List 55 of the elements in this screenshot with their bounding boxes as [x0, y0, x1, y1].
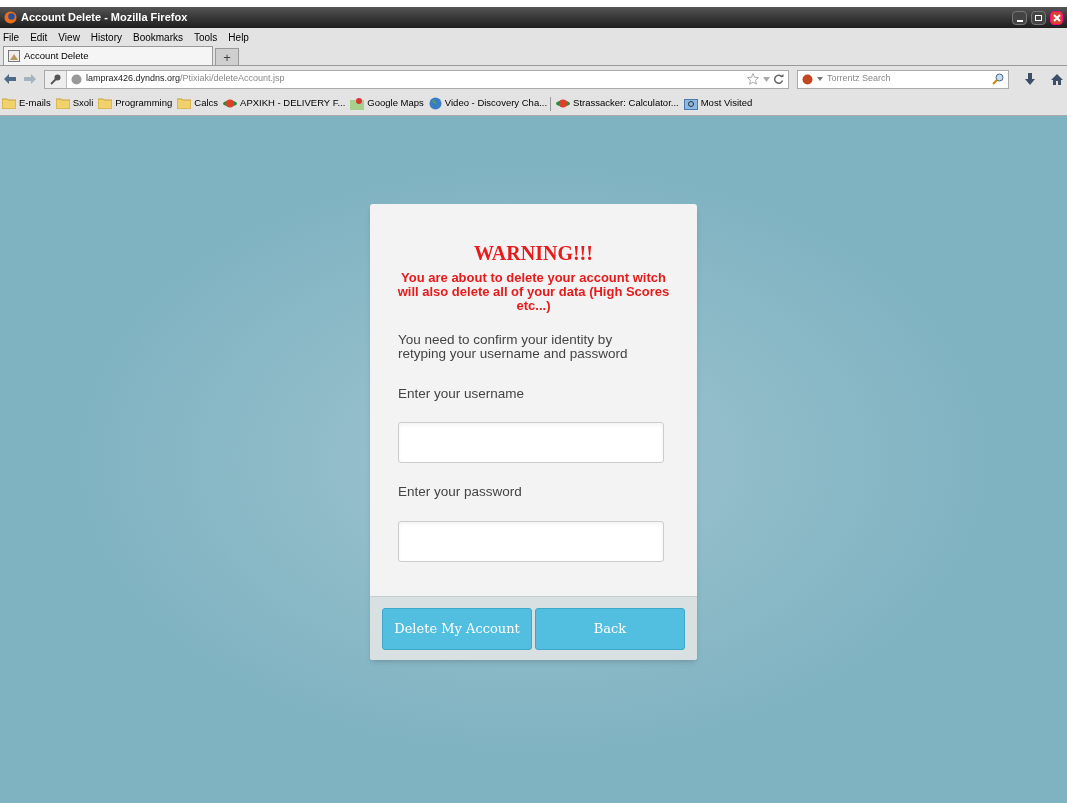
menu-item[interactable]: View [58, 29, 80, 45]
instructions-text: You need to confirm your identity by retyping your username and password [398, 333, 629, 361]
search-icon[interactable] [992, 73, 1004, 85]
download-arrow-icon[interactable] [1025, 73, 1035, 85]
site-icon [223, 98, 238, 109]
restore-button[interactable] [1031, 10, 1046, 25]
globe-icon [428, 97, 442, 110]
home-icon[interactable] [1051, 73, 1063, 85]
reload-icon[interactable] [774, 74, 784, 84]
menu-item[interactable]: Help [228, 29, 249, 45]
field-label: Enter your password [398, 483, 523, 502]
menu-item[interactable]: Bookmarks [133, 29, 183, 45]
window-title: Account Delete - Mozilla Firefox [21, 10, 188, 26]
back-arrow-icon[interactable] [4, 74, 16, 84]
star-icon[interactable] [747, 73, 759, 85]
minimize-button[interactable] [1012, 10, 1027, 25]
site-identity-button[interactable] [45, 70, 67, 88]
folder-search-icon [683, 97, 698, 110]
menu-item[interactable]: Tools [194, 29, 218, 45]
bookmark-item[interactable]: Calcs [177, 96, 219, 111]
field-label: Enter your username [398, 385, 526, 403]
folder-icon [55, 98, 70, 109]
page-icon [8, 50, 20, 62]
firefox-icon [4, 11, 17, 24]
folder-icon [2, 98, 16, 109]
bookmark-item[interactable]: Video - Discovery Cha... [428, 96, 548, 111]
globe-icon [71, 73, 82, 85]
bookmark-item[interactable]: APXIKH - DELIVERY F... [223, 96, 346, 111]
input-field[interactable] [398, 422, 664, 464]
key-icon [50, 73, 61, 85]
bookmark-item[interactable]: Programming [98, 96, 173, 111]
menu-item[interactable]: Edit [30, 29, 48, 45]
bookmark-item[interactable]: Strassacker: Calculator... [556, 96, 679, 111]
input-field[interactable] [398, 520, 664, 562]
address-bar[interactable]: lamprax426.dyndns.org/Ptixiaki/deleteAccount.jsp [44, 69, 789, 89]
url-text: lamprax426.dyndns.org/Ptixiaki/deleteAccount.jsp [86, 72, 285, 86]
new-tab-button[interactable]: + [215, 48, 239, 65]
folder-icon [177, 98, 192, 109]
bookmark-item[interactable]: Most Visited [683, 96, 753, 111]
close-button[interactable] [1050, 10, 1063, 25]
search-engine-icon[interactable] [802, 73, 813, 85]
site-icon [556, 98, 571, 109]
bookmark-item[interactable]: Google Maps [350, 96, 424, 111]
bookmark-item[interactable]: E-mails [2, 96, 51, 111]
bookmark-item[interactable]: Sxoli [55, 96, 94, 111]
dropdown-icon[interactable] [817, 77, 823, 81]
browser-tab[interactable]: Account Delete [3, 46, 213, 65]
menu-item[interactable]: History [90, 29, 122, 45]
search-bar[interactable]: Torrentz Search [797, 69, 1009, 89]
folder-icon [98, 98, 113, 109]
warning-heading: WARNING!!! [474, 241, 593, 265]
warning-message: You are about to delete your account witch will also delete all of your data (High Scores etc...) [397, 271, 670, 313]
map-icon [350, 97, 365, 110]
search-input[interactable]: Torrentz Search [827, 72, 988, 86]
menu-item[interactable]: File [3, 29, 20, 45]
